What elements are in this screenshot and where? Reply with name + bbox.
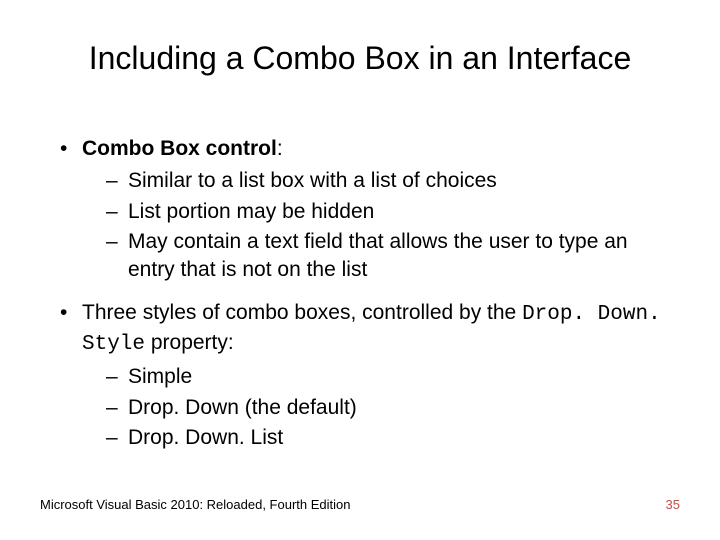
sub-item: Drop. Down (the default) — [106, 394, 670, 422]
bullet-text-after: property: — [145, 331, 234, 354]
footer-source: Microsoft Visual Basic 2010: Reloaded, F… — [40, 497, 350, 512]
bullet-lead: Combo Box control — [82, 137, 277, 160]
slide-body: Combo Box control: Similar to a list box… — [60, 135, 670, 454]
sub-item: Drop. Down. List — [106, 424, 670, 452]
sublist-combo-box-control: Similar to a list box with a list of cho… — [60, 167, 670, 284]
bullet-colon: : — [277, 137, 283, 160]
slide-title: Including a Combo Box in an Interface — [0, 40, 720, 77]
bullet-combo-box-control: Combo Box control: — [60, 135, 670, 163]
sublist-three-styles: Simple Drop. Down (the default) Drop. Do… — [60, 363, 670, 452]
bullet-text-before: Three styles of combo boxes, controlled … — [82, 301, 522, 324]
bullet-three-styles: Three styles of combo boxes, controlled … — [60, 299, 670, 360]
sub-item: List portion may be hidden — [106, 198, 670, 226]
slide: Including a Combo Box in an Interface Co… — [0, 0, 720, 540]
sub-item: Similar to a list box with a list of cho… — [106, 167, 670, 195]
sub-item: Simple — [106, 363, 670, 391]
footer-page-number: 35 — [666, 497, 680, 512]
sub-item: May contain a text field that allows the… — [106, 228, 670, 285]
